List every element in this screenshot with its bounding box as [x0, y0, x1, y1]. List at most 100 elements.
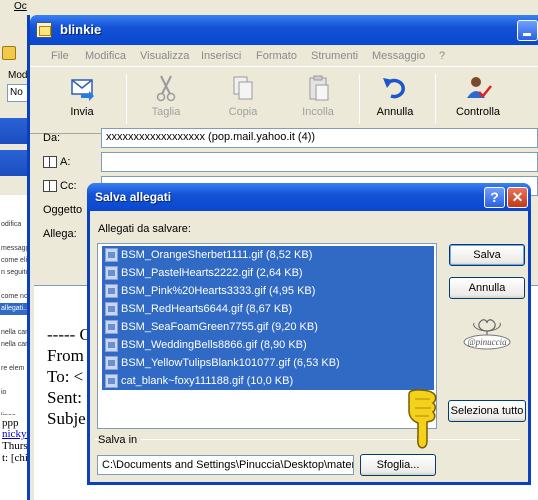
- select-all-button[interactable]: Seleziona tutto: [448, 400, 526, 422]
- background-panel-row: re elem: [1, 365, 25, 372]
- toolbar-separator: [435, 74, 436, 124]
- attachments-list[interactable]: BSM_OrangeSherbet1111.gif (8,52 KB) BSM_…: [97, 243, 437, 429]
- subject-label: Oggetto: [43, 204, 83, 216]
- attachment-name: BSM_PastelHearts2222.gif (2,64 KB): [121, 267, 303, 279]
- background-panel-row: [0, 231, 29, 243]
- gif-file-icon: [105, 374, 118, 388]
- to-label-wrap[interactable]: A:: [43, 156, 71, 169]
- send-label: Invia: [70, 106, 94, 118]
- menu-file[interactable]: File: [51, 50, 69, 62]
- menu-strumenti[interactable]: Strumenti: [311, 50, 358, 62]
- background-folder-panel: odifica messaggi come elim n seguito come no…: [0, 195, 30, 420]
- cut-label: Taglia: [151, 106, 181, 118]
- background-menu-label: Oc: [14, 1, 27, 12]
- to-label: A:: [60, 156, 71, 168]
- svg-text:@pinuccia: @pinuccia: [467, 337, 507, 347]
- background-panel-row: [0, 375, 29, 387]
- dialog-title: Salva allegati: [95, 190, 172, 204]
- from-field[interactable]: xxxxxxxxxxxxxxxxxx (pop.mail.yahoo.it (4…: [101, 128, 538, 148]
- background-toolbar-icon: [2, 46, 16, 60]
- background-message-pane: ppp nickyn Thursd t: [chi: [0, 415, 33, 500]
- background-combo[interactable]: No: [7, 84, 29, 102]
- attachments-list-label: Allegati da salvare:: [98, 223, 191, 235]
- background-panel-row: nella car: [1, 329, 28, 336]
- background-app-strip: [0, 0, 538, 16]
- browse-button[interactable]: Sfoglia...: [360, 454, 436, 476]
- copy-button[interactable]: Copia: [208, 74, 278, 128]
- background-panel-row: [0, 351, 29, 363]
- cut-button[interactable]: Taglia: [131, 74, 201, 128]
- attachment-item[interactable]: cat_blank~foxy111188.gif (10,0 KB): [102, 372, 434, 390]
- body-line: Sent:: [47, 388, 82, 407]
- address-book-icon: [43, 180, 57, 193]
- attachment-item[interactable]: BSM_YellowTulipsBlank101077.gif (6,53 KB…: [102, 354, 434, 372]
- background-panel-row: come nomi: [1, 293, 29, 300]
- undo-icon: [380, 74, 410, 102]
- attach-label: Allega:: [43, 228, 77, 240]
- dialog-titlebar[interactable]: Salva allegati ? ✕: [87, 183, 531, 211]
- undo-button[interactable]: Annulla: [360, 74, 430, 128]
- gif-file-icon: [105, 320, 118, 334]
- undo-label: Annulla: [376, 106, 414, 118]
- save-button[interactable]: Salva: [449, 244, 525, 266]
- gif-file-icon: [105, 302, 118, 316]
- send-button[interactable]: Invia: [47, 74, 117, 128]
- minimize-button[interactable]: [517, 20, 538, 41]
- attachment-item[interactable]: BSM_PastelHearts2222.gif (2,64 KB): [102, 264, 434, 282]
- attachment-item[interactable]: BSM_WeddingBells8866.gif (8,90 KB): [102, 336, 434, 354]
- gif-file-icon: [105, 266, 118, 280]
- background-panel-row: [0, 195, 29, 207]
- attachment-item[interactable]: BSM_RedHearts6644.gif (8,67 KB): [102, 300, 434, 318]
- menu-messaggio[interactable]: Messaggio: [372, 50, 425, 62]
- to-field[interactable]: [101, 152, 538, 172]
- address-book-icon: [43, 156, 57, 169]
- attachment-item[interactable]: BSM_Pink%20Hearts3333.gif (4,95 KB): [102, 282, 434, 300]
- attachment-name: cat_blank~foxy111188.gif (10,0 KB): [121, 375, 294, 387]
- save-in-divider: [95, 439, 520, 440]
- background-panel-row: come elim: [1, 257, 29, 264]
- save-path-field[interactable]: C:\Documents and Settings\Pinuccia\Deskt…: [97, 455, 354, 475]
- copy-label: Copia: [228, 106, 258, 118]
- cancel-button[interactable]: Annulla: [449, 277, 525, 299]
- cc-label-wrap[interactable]: Cc:: [43, 180, 77, 193]
- body-line: From: [47, 346, 84, 365]
- check-names-label: Controlla: [455, 106, 501, 118]
- background-panel-row: [0, 315, 29, 327]
- gif-file-icon: [105, 338, 118, 352]
- background-panel-row: [0, 399, 29, 411]
- body-line: ----- O: [47, 325, 92, 344]
- compose-titlebar[interactable]: blinkie: [30, 15, 538, 45]
- background-text: t: [chi: [2, 452, 28, 464]
- attachment-item[interactable]: BSM_SeaFoamGreen7755.gif (9,20 KB): [102, 318, 434, 336]
- paste-button[interactable]: Incolla: [283, 74, 353, 128]
- menu-bar: File Modifica Visualizza Inserisci Forma…: [30, 45, 538, 67]
- attachment-name: BSM_Pink%20Hearts3333.gif (4,95 KB): [121, 285, 316, 297]
- cc-label: Cc:: [60, 180, 77, 192]
- attachment-name: BSM_SeaFoamGreen7755.gif (9,20 KB): [121, 321, 318, 333]
- menu-inserisci[interactable]: Inserisci: [201, 50, 241, 62]
- menu-help[interactable]: ?: [439, 50, 445, 62]
- save-attachments-dialog: Salva allegati ? ✕ Allegati da salvare: …: [87, 183, 531, 485]
- toolbar-separator: [126, 74, 127, 124]
- paste-icon: [303, 74, 333, 102]
- attachment-name: BSM_WeddingBells8866.gif (8,90 KB): [121, 339, 307, 351]
- gif-file-icon: [105, 356, 118, 370]
- attachment-name: BSM_YellowTulipsBlank101077.gif (6,53 KB…: [121, 357, 340, 369]
- background-panel-row: allegati...: [0, 303, 29, 315]
- background-panel-row: odifica: [1, 221, 22, 228]
- close-button[interactable]: ✕: [507, 187, 528, 208]
- menu-formato[interactable]: Formato: [256, 50, 297, 62]
- check-names-button[interactable]: Controlla: [443, 74, 513, 128]
- message-icon: [36, 22, 52, 38]
- background-panel-row: io: [1, 389, 7, 396]
- background-panel-row: n seguito: [1, 269, 29, 276]
- attachment-name: BSM_OrangeSherbet1111.gif (8,52 KB): [121, 249, 313, 261]
- background-label-mod: Mod: [8, 70, 28, 81]
- help-button[interactable]: ?: [484, 187, 505, 208]
- menu-modifica[interactable]: Modifica: [85, 50, 126, 62]
- pointing-hand-cursor-icon: [403, 387, 443, 451]
- paste-label: Incolla: [302, 106, 334, 118]
- attachment-item[interactable]: BSM_OrangeSherbet1111.gif (8,52 KB): [102, 246, 434, 264]
- menu-visualizza[interactable]: Visualizza: [140, 50, 189, 62]
- background-panel-row: messaggi: [1, 245, 29, 252]
